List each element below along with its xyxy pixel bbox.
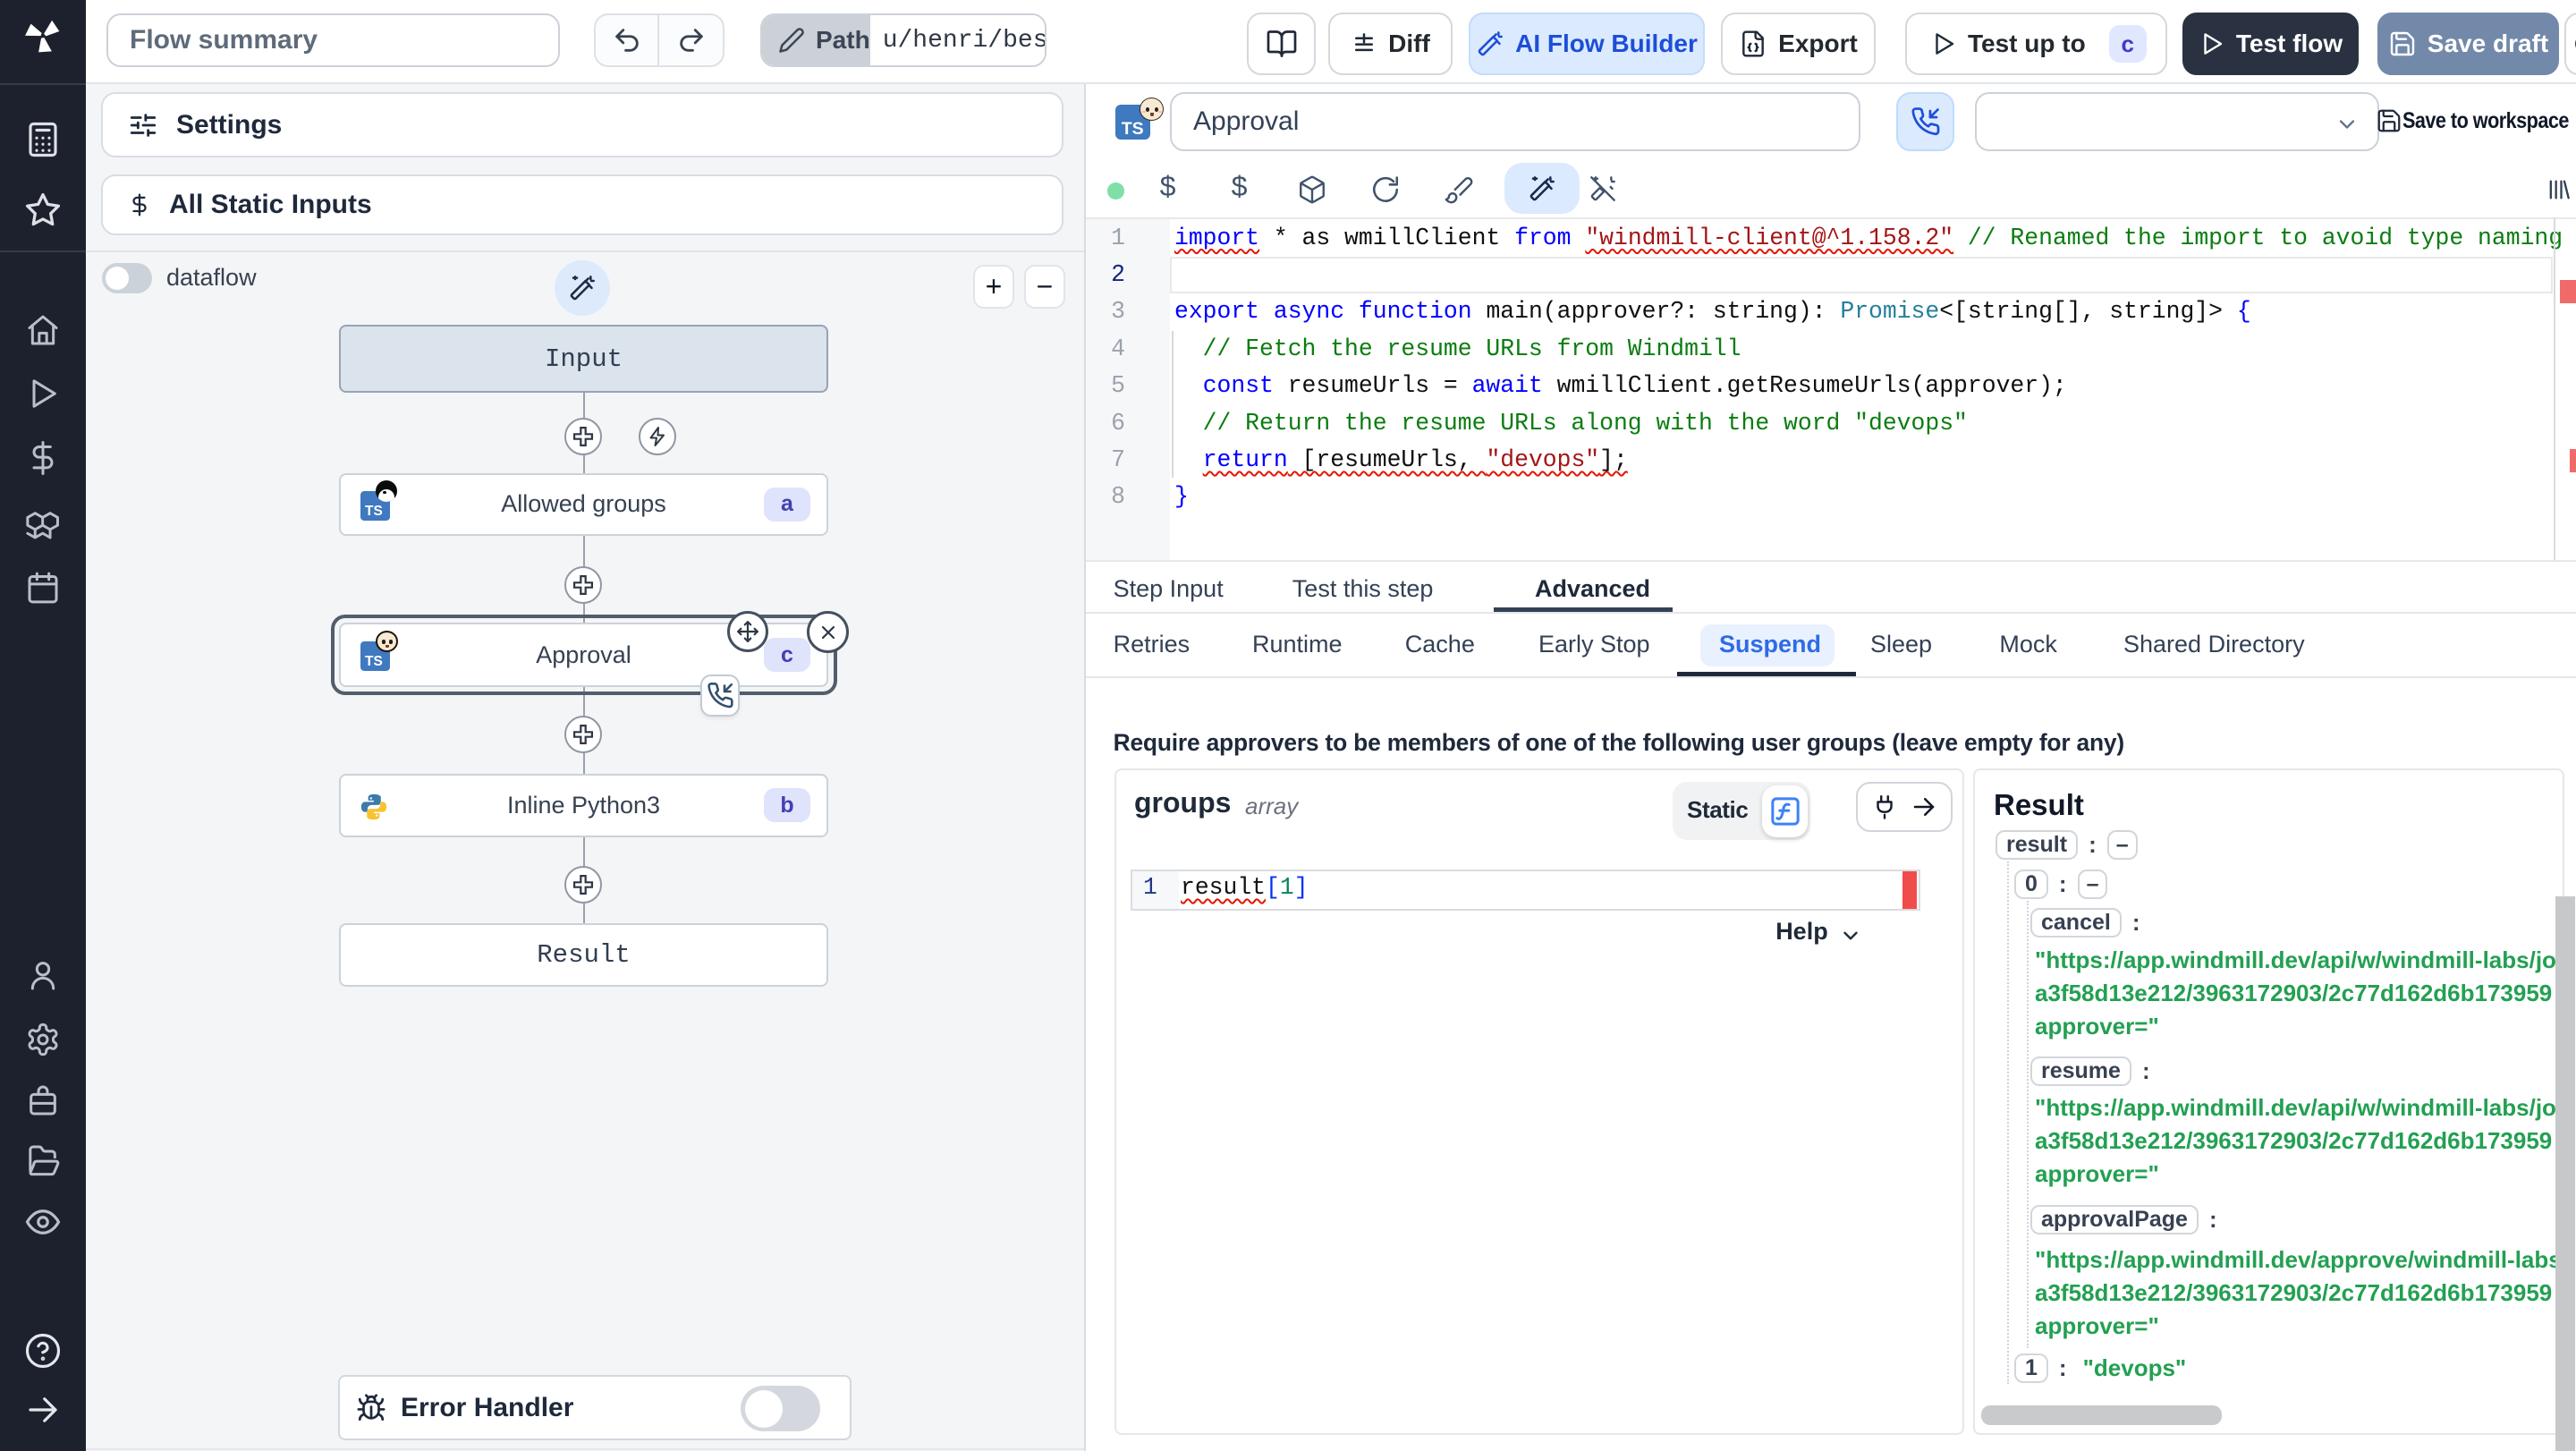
svg-text:TS: TS	[365, 654, 383, 669]
svg-text:TS: TS	[365, 503, 383, 518]
svg-text:TS: TS	[1122, 119, 1144, 139]
